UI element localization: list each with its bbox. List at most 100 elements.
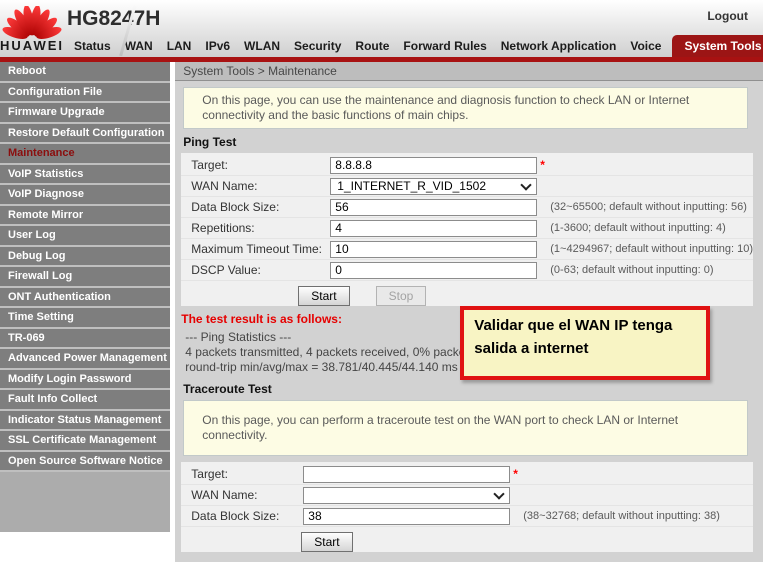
annotation-box: Validar que el WAN IP tenga salida a int… <box>460 306 710 380</box>
ping-start-button[interactable]: Start <box>298 286 349 306</box>
sidebar-item[interactable]: TR-069 <box>0 329 170 350</box>
sidebar-item-label: Restore Default Configuration <box>8 127 164 139</box>
traceroute-start-button[interactable]: Start <box>301 532 352 552</box>
brand-text: HUAWEI <box>0 38 64 53</box>
required-asterisk: * <box>540 158 546 172</box>
main-nav: Status WAN LAN IPv6 WLANSecurityRoute Forward… <box>67 34 763 57</box>
nav-tab[interactable]: Security <box>287 35 348 57</box>
nav-tab[interactable]: WLAN <box>237 35 287 57</box>
sidebar-item[interactable]: Configuration File <box>0 83 170 104</box>
sidebar-item[interactable]: Remote Mirror <box>0 206 170 227</box>
select-value: 1_INTERNET_R_VID_1502 <box>337 179 486 193</box>
text-input[interactable] <box>330 157 537 174</box>
sidebar-item[interactable]: VoIP Diagnose <box>0 185 170 206</box>
page-title: HG8247H <box>67 7 763 31</box>
form-row: Data Block Size: * (38~32768; default wi… <box>181 506 753 527</box>
required-asterisk: * <box>513 467 519 481</box>
text-input[interactable] <box>330 199 537 216</box>
nav-tab-label: WAN <box>125 39 153 53</box>
sidebar-item-label: Debug Log <box>8 250 65 262</box>
form-row: Maximum Timeout Time: * (1~4294967; defa… <box>181 239 753 260</box>
sidebar-item-label: Reboot <box>8 65 46 77</box>
sidebar-item-label: Advanced Power Management <box>8 352 167 364</box>
sidebar-item[interactable]: ONT Authentication <box>0 288 170 309</box>
chevron-down-icon <box>521 179 532 190</box>
ping-test-title: Ping Test <box>183 135 753 150</box>
logout-link[interactable]: Logout <box>707 9 748 23</box>
select-input[interactable]: 1_INTERNET_R_VID_1502 <box>330 178 537 195</box>
form-row: Data Block Size: * (32~65500; default wi… <box>181 197 753 218</box>
sidebar-item-label: Fault Info Collect <box>8 393 97 405</box>
field-label: WAN Name: <box>191 179 330 193</box>
sidebar-item-label: Modify Login Password <box>8 373 131 385</box>
form-row: Target: * <box>181 464 753 485</box>
sidebar-item[interactable]: Debug Log <box>0 247 170 268</box>
ping-test-panel: Target: * WAN Name: 1_INTERNET_R_VID_150… <box>181 153 753 306</box>
sidebar-item[interactable]: Indicator Status Management <box>0 411 170 432</box>
select-input[interactable] <box>303 487 510 504</box>
sidebar-item[interactable]: Advanced Power Management <box>0 349 170 370</box>
nav-tab[interactable]: Forward Rules <box>396 35 493 57</box>
sidebar-item[interactable]: Open Source Software Notice <box>0 452 170 473</box>
sidebar-item[interactable]: SSL Certificate Management <box>0 431 170 452</box>
form-row: Target: * <box>181 155 753 176</box>
sidebar-item-label: ONT Authentication <box>8 291 111 303</box>
sidebar-item-label: Maintenance <box>8 147 75 159</box>
sidebar-item[interactable]: User Log <box>0 226 170 247</box>
field-label: Repetitions: <box>191 221 330 235</box>
huawei-logo: HUAWEI <box>0 0 64 57</box>
nav-tab[interactable]: Network Application <box>494 35 624 57</box>
field-hint: (1-3600; default without inputting: 4) <box>550 222 726 234</box>
nav-tab-label: Status <box>74 39 111 53</box>
nav-tab-label: IPv6 <box>205 39 230 53</box>
sidebar-item-label: Time Setting <box>8 311 74 323</box>
field-label: Target: <box>191 467 303 481</box>
nav-tab[interactable]: Voice <box>623 35 668 57</box>
huawei-flower-icon <box>1 6 63 40</box>
sidebar-item[interactable]: Firewall Log <box>0 267 170 288</box>
nav-tab[interactable]: LAN <box>160 35 199 57</box>
sidebar-item-label: Open Source Software Notice <box>8 455 163 467</box>
field-label: Data Block Size: <box>191 200 330 214</box>
field-label: Maximum Timeout Time: <box>191 242 330 256</box>
chevron-down-icon <box>494 488 505 499</box>
nav-tab[interactable]: IPv6 <box>198 35 237 57</box>
field-label: DSCP Value: <box>191 263 330 277</box>
sidebar-item[interactable]: Firmware Upgrade <box>0 103 170 124</box>
nav-tab-label: LAN <box>167 39 192 53</box>
text-input[interactable] <box>303 508 510 525</box>
sidebar-item[interactable]: Reboot <box>0 62 170 83</box>
sidebar-item[interactable]: Time Setting <box>0 308 170 329</box>
text-input[interactable] <box>330 262 537 279</box>
nav-tab-label: Voice <box>630 39 661 53</box>
field-label: WAN Name: <box>191 488 303 502</box>
nav-tab-label: Forward Rules <box>403 39 486 53</box>
sidebar-item[interactable]: Fault Info Collect <box>0 390 170 411</box>
nav-tab[interactable]: Route <box>348 35 396 57</box>
form-row: Repetitions: * (1-3600; default without … <box>181 218 753 239</box>
nav-tab-label: Network Application <box>501 39 617 53</box>
nav-tab[interactable]: System Tools <box>672 35 763 57</box>
text-input[interactable] <box>303 466 510 483</box>
field-label: Target: <box>191 158 330 172</box>
traceroute-info-box: On this page, you can perform a tracerou… <box>183 400 748 456</box>
sidebar-item-label: User Log <box>8 229 56 241</box>
field-hint: (32~65500; default without inputting: 56… <box>550 201 747 213</box>
text-input[interactable] <box>330 220 537 237</box>
text-input[interactable] <box>330 241 537 258</box>
sidebar-item[interactable]: Modify Login Password <box>0 370 170 391</box>
sidebar-item-label: TR-069 <box>8 332 45 344</box>
sidebar-item-label: Remote Mirror <box>8 209 83 221</box>
sidebar-item[interactable]: VoIP Statistics <box>0 165 170 186</box>
ping-stop-button[interactable]: Stop <box>376 286 427 306</box>
nav-tab-label: System Tools <box>684 39 761 53</box>
sidebar-item-label: Indicator Status Management <box>8 414 161 426</box>
sidebar-item[interactable]: Maintenance <box>0 144 170 165</box>
field-hint: (0-63; default without inputting: 0) <box>550 264 713 276</box>
ping-buttons: Start Stop <box>298 286 753 306</box>
form-row: WAN Name: 1_INTERNET_R_VID_1502 * <box>181 176 753 197</box>
sidebar-item[interactable]: Restore Default Configuration <box>0 124 170 145</box>
annotation-text: Validar que el WAN IP tenga salida a int… <box>474 317 672 357</box>
sidebar-item-label: VoIP Statistics <box>8 168 83 180</box>
nav-tab[interactable]: Status <box>67 35 118 57</box>
